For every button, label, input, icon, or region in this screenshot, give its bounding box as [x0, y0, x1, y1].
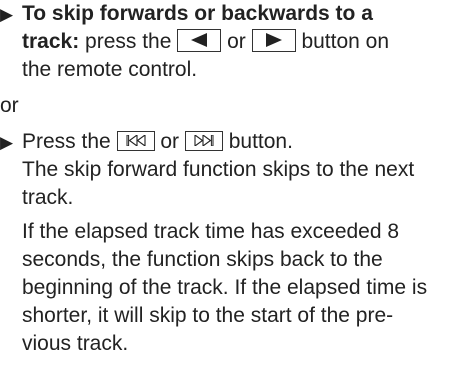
- paragraph-line2: seconds, the function skips back to the: [22, 248, 383, 271]
- step1-bold-heading: To skip forwards or backwards to a: [22, 2, 373, 25]
- skip-forward-icon: [194, 135, 214, 147]
- next-button-key: [251, 28, 296, 52]
- right-triangle-icon: [265, 32, 282, 47]
- left-triangle-icon: [191, 32, 208, 47]
- step2-line2: The skip forward function skips to the n…: [22, 158, 415, 181]
- bullet-icon: ▶: [0, 5, 14, 24]
- skip-forward-key: [184, 131, 223, 152]
- step2-line3: track.: [22, 186, 74, 209]
- paragraph-line3: beginning of the track. If the elapsed t…: [22, 276, 428, 299]
- step1-line1: ▶ To skip forwards or backwards to a: [0, 0, 373, 29]
- paragraph-line5: vious track.: [22, 332, 129, 355]
- step2-text-or: or: [154, 130, 185, 153]
- step1-line3: the remote control.: [22, 58, 198, 81]
- paragraph-line1: If the elapsed track time has exceeded 8: [22, 220, 400, 243]
- step1-text-button-on: button on: [295, 30, 390, 53]
- bullet-icon: ▶: [0, 133, 14, 152]
- skip-back-icon: [126, 135, 146, 147]
- paragraph-line4: shorter, it will skip to the start of th…: [22, 304, 394, 327]
- step2-text-press: Press the: [22, 130, 117, 153]
- step2-line1: ▶ Press the or button.: [0, 128, 293, 157]
- or-separator: or: [0, 94, 19, 117]
- skip-back-key: [116, 131, 155, 152]
- step1-line2: track: press the or button on: [22, 28, 389, 56]
- prev-button-key: [177, 28, 222, 52]
- step2-text-button: button.: [222, 130, 293, 153]
- step1-text-press: press the: [79, 30, 178, 53]
- step1-bold-track: track:: [22, 30, 80, 53]
- step1-text-or: or: [221, 30, 252, 53]
- manual-page: ▶ To skip forwards or backwards to a trac…: [0, 0, 465, 375]
